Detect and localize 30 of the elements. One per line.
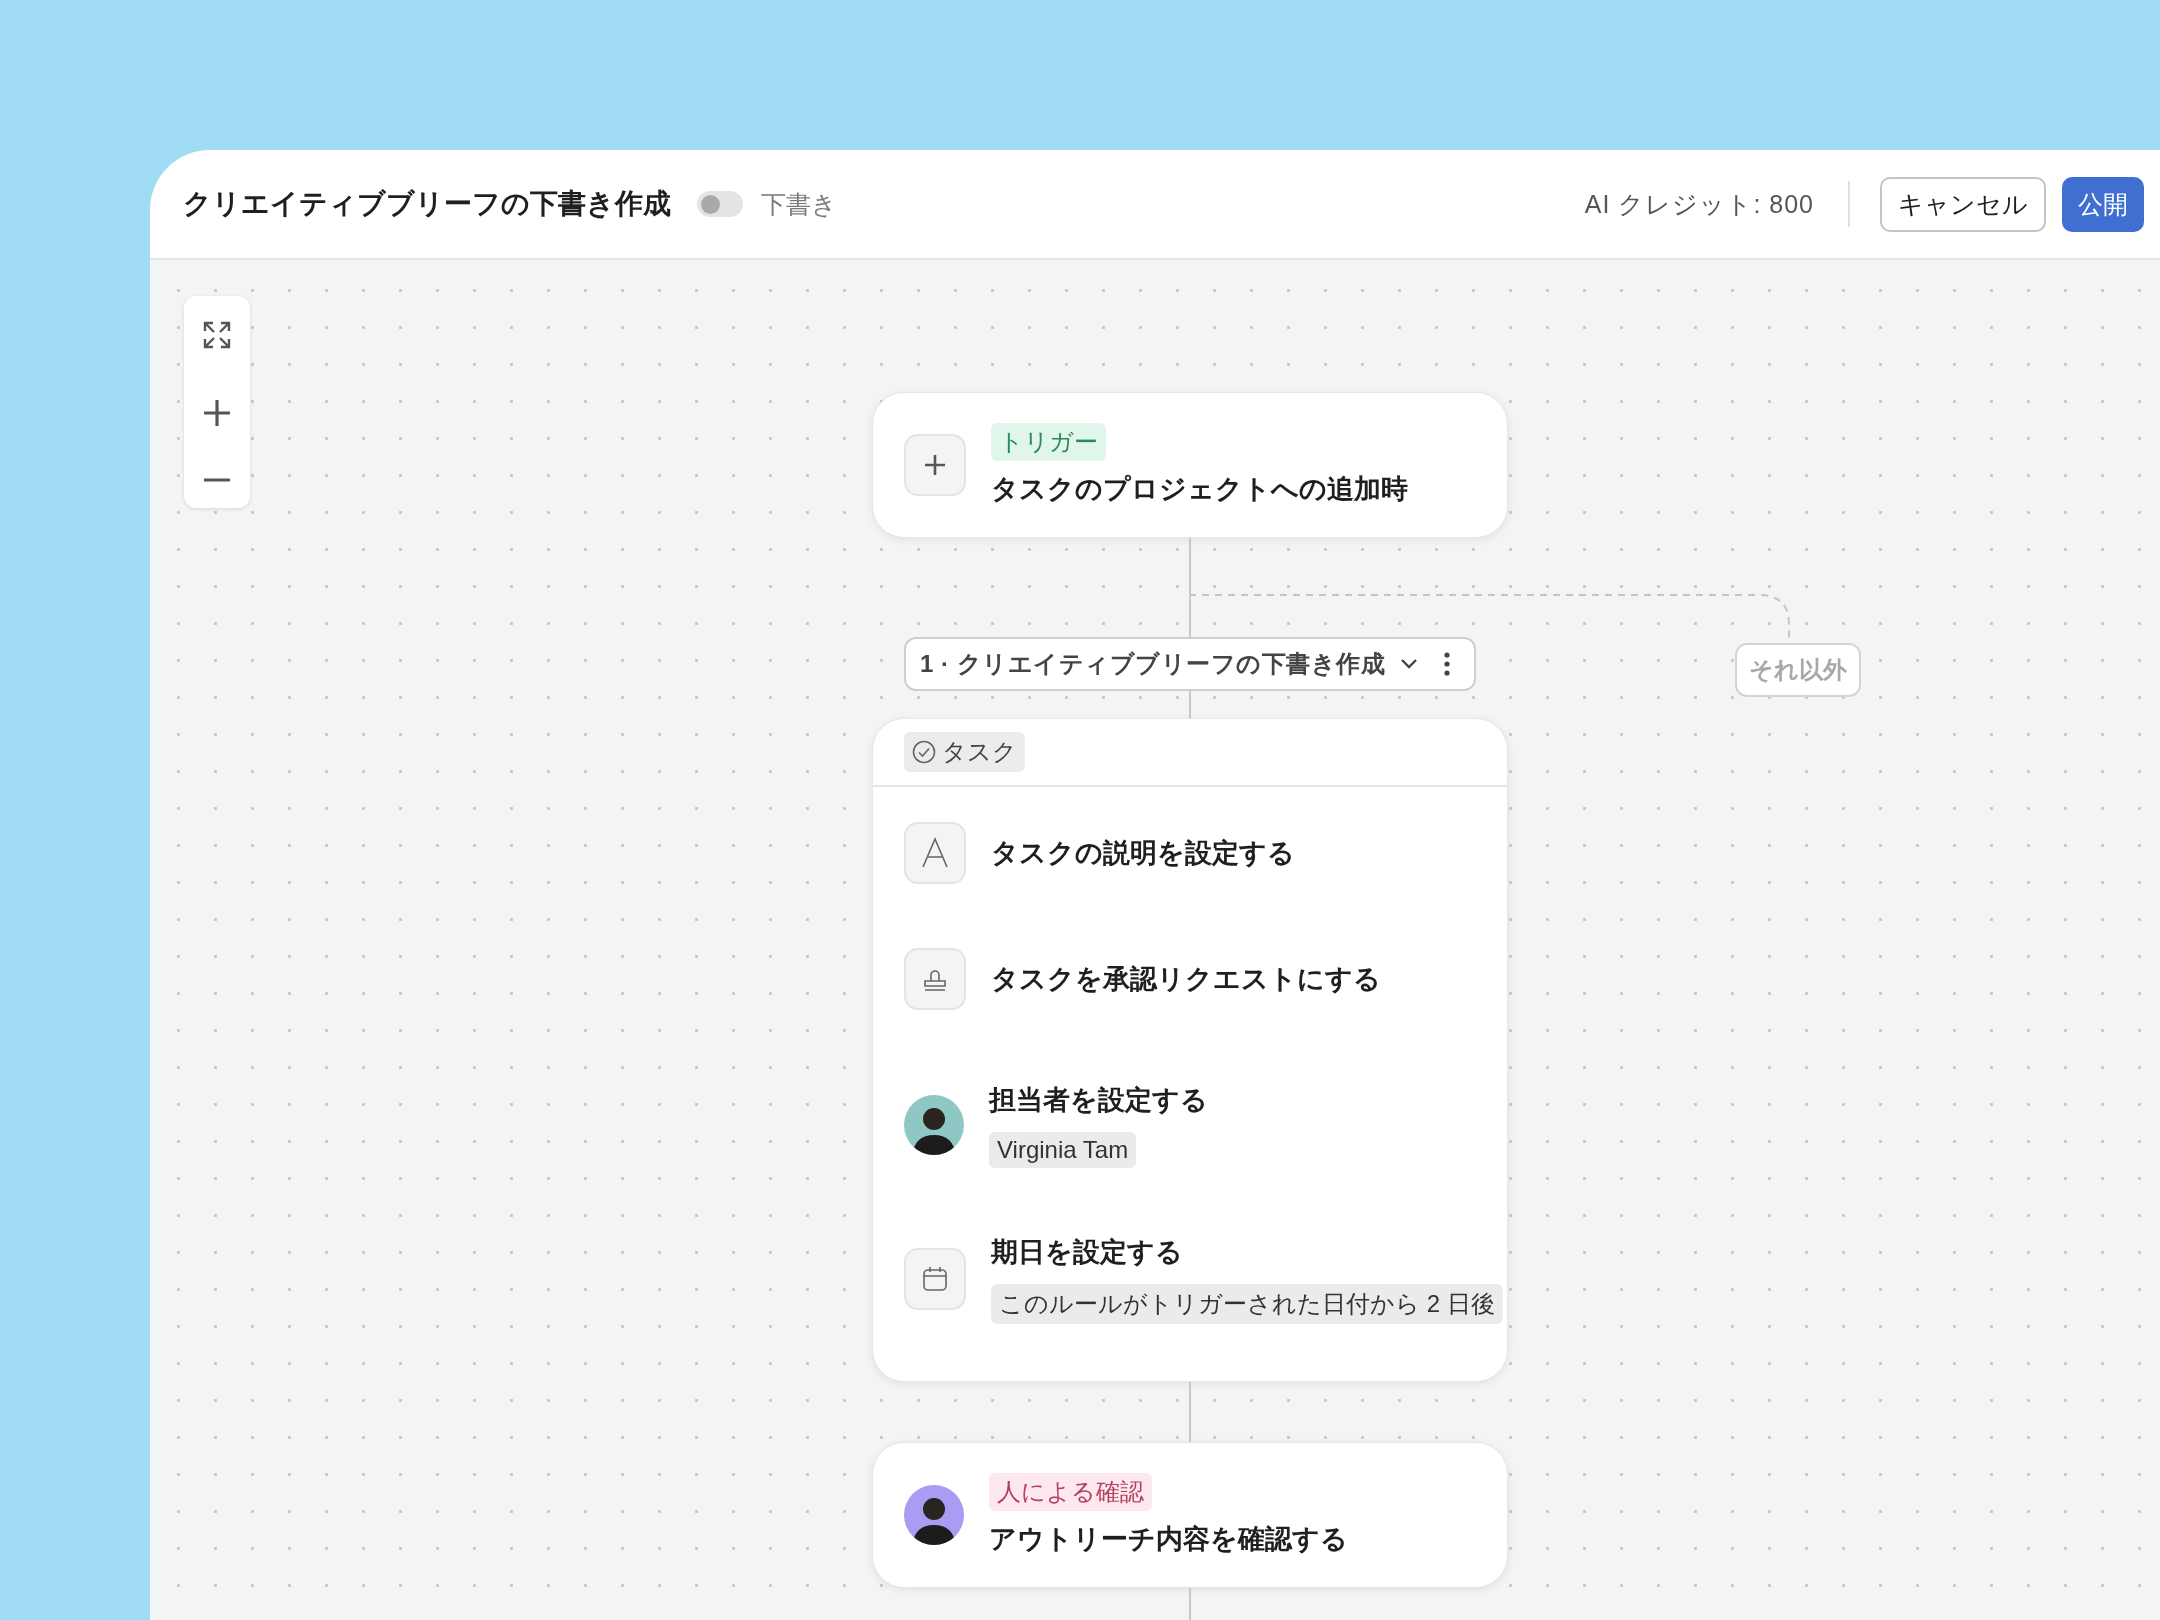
action-title: タスクの説明を設定する: [991, 837, 1295, 870]
publish-button[interactable]: 公開: [2062, 176, 2144, 232]
draft-toggle[interactable]: [697, 191, 743, 217]
trigger-card[interactable]: トリガー タスクのプロジェクトへの追加時: [872, 392, 1508, 538]
chevron-down-icon: [1400, 658, 1418, 670]
letter-icon: [904, 822, 966, 884]
task-card[interactable]: タスク タスクの説明を設定する タスクを承認リクエストにする 担当者を設定する Virginia Tam 期日を設定する このルールがトリガーされた日付から 2 日後: [872, 718, 1508, 1382]
action-title: 担当者を設定する: [989, 1084, 1208, 1117]
stamp-icon: [904, 948, 966, 1010]
avatar: [904, 1485, 964, 1545]
more-icon[interactable]: [1444, 652, 1450, 676]
avatar: [904, 1095, 964, 1155]
status-label: 下書き: [761, 188, 837, 220]
review-card[interactable]: 人による確認 アウトリーチ内容を確認する: [872, 1442, 1508, 1588]
cancel-button[interactable]: キャンセル: [1880, 176, 2046, 232]
review-badge: 人による確認: [989, 1473, 1152, 1511]
plus-icon: [904, 434, 966, 496]
trigger-title: タスクのプロジェクトへの追加時: [991, 473, 1408, 506]
window-title: クリエイティブブリーフの下書き作成: [183, 187, 671, 221]
action-title: タスクを承認リクエストにする: [991, 963, 1381, 996]
task-badge-label: タスク: [942, 737, 1017, 767]
due-date-chip: このルールがトリガーされた日付から 2 日後: [991, 1284, 1503, 1324]
assignee-chip: Virginia Tam: [989, 1132, 1137, 1168]
trigger-badge: トリガー: [991, 423, 1106, 461]
review-title: アウトリーチ内容を確認する: [989, 1523, 1348, 1556]
calendar-icon: [904, 1248, 966, 1310]
step-selector[interactable]: 1 · クリエイティブブリーフの下書き作成: [904, 637, 1476, 691]
check-circle-icon: [912, 740, 936, 764]
action-title: 期日を設定する: [991, 1236, 1183, 1269]
credits-label: AI クレジット: 800: [1584, 188, 1814, 220]
